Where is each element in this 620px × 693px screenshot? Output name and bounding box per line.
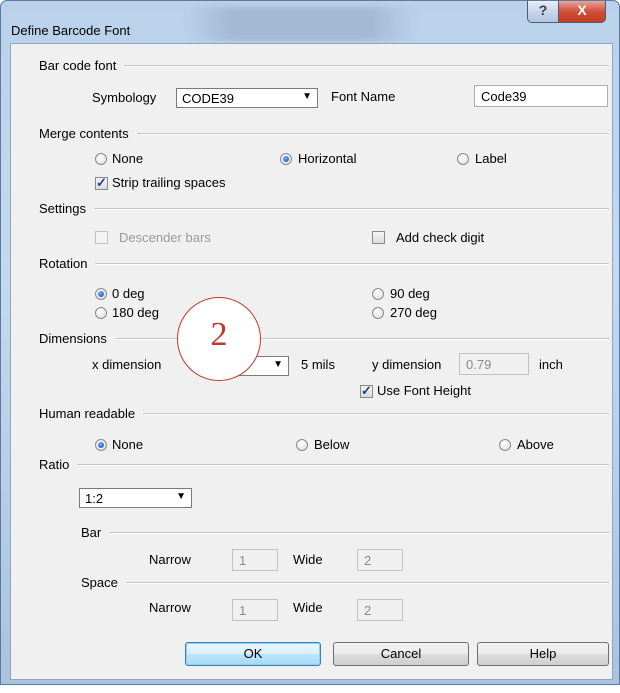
section-human-readable: Human readable: [39, 406, 609, 421]
human-below-radio[interactable]: [296, 439, 308, 451]
add-check-digit-checkbox[interactable]: [372, 231, 385, 244]
section-ratio: Ratio: [39, 457, 609, 472]
bar-wide-label: Wide: [293, 552, 323, 567]
merge-none-radio[interactable]: [95, 153, 107, 165]
rotation-90-radio[interactable]: [372, 288, 384, 300]
section-bar-code-font: Bar code font: [39, 58, 609, 73]
rotation-0-radio[interactable]: [95, 288, 107, 300]
section-merge-contents: Merge contents: [39, 126, 609, 141]
space-narrow-input[interactable]: 1: [232, 599, 278, 621]
section-heading: Dimensions: [39, 331, 107, 346]
section-heading: Ratio: [39, 457, 70, 472]
human-above-label: Above: [517, 437, 554, 452]
bar-narrow-value: 1: [239, 553, 247, 568]
ok-button[interactable]: OK: [185, 642, 321, 666]
merge-horizontal-radio[interactable]: [280, 153, 292, 165]
human-none-radio[interactable]: [95, 439, 107, 451]
rotation-270-radio[interactable]: [372, 307, 384, 319]
section-heading: Human readable: [39, 406, 136, 421]
symbology-label: Symbology: [92, 90, 157, 105]
section-settings: Settings: [39, 201, 609, 216]
section-heading: Bar: [81, 525, 102, 540]
section-heading: Rotation: [39, 256, 88, 271]
window-title: Define Barcode Font: [11, 23, 131, 38]
x-dimension-label: x dimension: [92, 357, 162, 372]
bar-narrow-label: Narrow: [149, 552, 191, 567]
close-icon: X: [577, 2, 587, 18]
space-wide-label: Wide: [293, 600, 323, 615]
x-dimension-units: 5 mils: [301, 357, 335, 372]
section-heading: Settings: [39, 201, 86, 216]
human-none-label: None: [112, 437, 144, 452]
merge-none-label: None: [112, 151, 144, 166]
ratio-dropdown[interactable]: 1:2 ▼: [79, 488, 192, 508]
section-space: Space: [81, 575, 609, 590]
section-heading: Space: [81, 575, 118, 590]
chevron-down-icon: ▼: [176, 491, 186, 502]
section-bar: Bar: [81, 525, 609, 540]
add-check-digit-label: Add check digit: [396, 230, 485, 245]
dialog-window: Define Barcode Font ? X Bar code font Sy…: [0, 0, 620, 685]
merge-label-radio[interactable]: [457, 153, 469, 165]
bar-wide-value: 2: [364, 553, 372, 568]
use-font-height-checkbox[interactable]: [360, 383, 373, 399]
font-name-label: Font Name: [331, 89, 396, 104]
rotation-180-label: 180 deg: [112, 305, 159, 320]
symbology-value: CODE39: [182, 91, 235, 106]
background-window-blur: [186, 7, 416, 41]
section-rotation: Rotation: [39, 256, 609, 271]
section-dimensions: Dimensions: [39, 331, 609, 346]
ratio-value: 1:2: [85, 491, 104, 506]
bar-narrow-input[interactable]: 1: [232, 549, 278, 571]
y-dimension-value: 0.79: [466, 357, 492, 372]
chevron-down-icon: ▼: [302, 91, 312, 102]
y-dimension-input[interactable]: 0.79: [459, 353, 529, 375]
space-narrow-label: Narrow: [149, 600, 191, 615]
y-dimension-label: y dimension: [372, 357, 442, 372]
use-font-height-label: Use Font Height: [377, 383, 471, 398]
close-button[interactable]: X: [558, 1, 606, 23]
question-icon: ?: [538, 2, 548, 18]
section-heading: Bar code font: [39, 58, 117, 73]
descender-bars-label: Descender bars: [119, 230, 211, 245]
space-wide-input[interactable]: 2: [357, 599, 403, 621]
help-caption-button[interactable]: ?: [527, 1, 559, 23]
descender-bars-checkbox[interactable]: [95, 231, 108, 244]
symbology-dropdown[interactable]: CODE39 ▼: [176, 88, 318, 108]
help-button[interactable]: Help: [477, 642, 609, 666]
y-dimension-units: inch: [539, 357, 563, 372]
dialog-client-area: Bar code font Symbology CODE39 ▼ Font Na…: [10, 43, 613, 680]
space-narrow-value: 1: [239, 603, 247, 618]
cancel-button[interactable]: Cancel: [333, 642, 469, 666]
strip-trailing-spaces-label: Strip trailing spaces: [112, 175, 226, 190]
human-below-label: Below: [314, 437, 350, 452]
human-above-radio[interactable]: [499, 439, 511, 451]
font-name-input[interactable]: Code39: [474, 85, 608, 107]
step-callout-circle: 2: [177, 297, 261, 381]
font-name-value: Code39: [481, 89, 527, 104]
callout-number: 2: [210, 316, 228, 353]
rotation-270-label: 270 deg: [390, 305, 437, 320]
strip-trailing-spaces-checkbox[interactable]: [95, 175, 108, 191]
merge-label-label: Label: [475, 151, 507, 166]
rotation-0-label: 0 deg: [112, 286, 145, 301]
rotation-180-radio[interactable]: [95, 307, 107, 319]
space-wide-value: 2: [364, 603, 372, 618]
section-heading: Merge contents: [39, 126, 129, 141]
merge-horizontal-label: Horizontal: [298, 151, 357, 166]
rotation-90-label: 90 deg: [390, 286, 430, 301]
chevron-down-icon: ▼: [273, 359, 283, 370]
bar-wide-input[interactable]: 2: [357, 549, 403, 571]
title-bar[interactable]: Define Barcode Font ? X: [1, 1, 619, 43]
